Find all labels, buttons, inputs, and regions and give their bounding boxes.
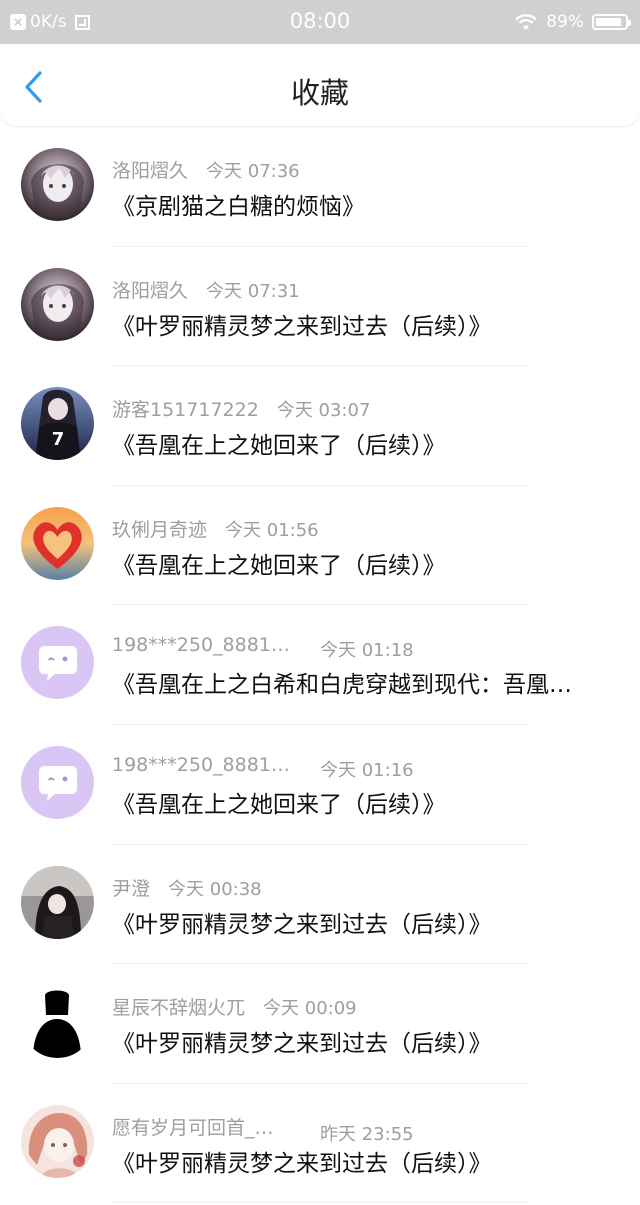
item-time: 今天 00:38	[168, 878, 262, 900]
item-title[interactable]: 《吾凰在上之她回来了（后续）》	[112, 426, 612, 460]
default-chat-avatar[interactable]	[21, 745, 94, 819]
item-title[interactable]: 《叶罗丽精灵梦之来到过去（后续）》	[112, 1024, 612, 1058]
item-title[interactable]: 《吾凰在上之她回来了（后续）》	[112, 546, 612, 580]
list-item[interactable]: 7 游客151717222 今天 03:07 《吾凰在上之她回来了（后续）》	[0, 366, 640, 486]
heart-avatar[interactable]	[21, 506, 94, 580]
svg-text:7: 7	[52, 429, 65, 450]
item-title[interactable]: 《吾凰在上之她回来了（后续）》	[112, 785, 612, 819]
item-author[interactable]: 愿有岁月可回首_…	[112, 1113, 302, 1140]
item-author[interactable]: 尹澄	[112, 874, 150, 901]
status-bar: × 0K/s 08:00 89%	[0, 0, 640, 44]
item-meta: 玖俐月奇迹 今天 01:56	[112, 515, 319, 542]
list-item[interactable]: 星辰不辞烟火兀 今天 00:09 《叶罗丽精灵梦之来到过去（后续）》	[0, 964, 640, 1084]
item-meta: 198***250_8881… 今天 01:18	[112, 634, 414, 661]
item-meta: 洛阳熠久 今天 07:31	[112, 276, 300, 303]
list-item[interactable]: 愿有岁月可回首_… 昨天 23:55 《叶罗丽精灵梦之来到过去（后续）》	[0, 1084, 640, 1204]
item-author[interactable]: 游客151717222	[112, 395, 259, 422]
item-title[interactable]: 《叶罗丽精灵梦之来到过去（后续）》	[112, 307, 612, 341]
list-item[interactable]: 玖俐月奇迹 今天 01:56 《吾凰在上之她回来了（后续）》	[0, 486, 640, 606]
default-chat-avatar[interactable]	[21, 626, 94, 700]
list-item[interactable]: 洛阳熠久 今天 07:36 《京剧猫之白糖的烦恼》	[0, 127, 640, 247]
item-time: 今天 07:31	[206, 280, 300, 302]
battery-percent: 89%	[546, 12, 584, 32]
list-item[interactable]: 198***250_8881… 今天 01:18 《吾凰在上之白希和白虎穿越到现代：…	[0, 605, 640, 725]
item-time: 昨天 23:55	[320, 1123, 414, 1145]
item-meta: 游客151717222 今天 03:07	[112, 395, 371, 422]
list-item[interactable]: 尹澄 今天 00:38 《叶罗丽精灵梦之来到过去（后续）》	[0, 845, 640, 965]
nav-bar: 收藏	[0, 44, 640, 127]
item-author[interactable]: 198***250_8881…	[112, 754, 302, 776]
item-title[interactable]: 《吾凰在上之白希和白虎穿越到现代：吾凰…	[112, 665, 612, 699]
list-item[interactable]: 洛阳熠久 今天 07:31 《叶罗丽精灵梦之来到过去（后续）》	[0, 247, 640, 367]
silhouette-avatar[interactable]	[21, 985, 94, 1059]
item-title[interactable]: 《叶罗丽精灵梦之来到过去（后续）》	[112, 1144, 612, 1178]
item-time: 今天 00:09	[263, 998, 357, 1020]
number-seven-avatar[interactable]: 7	[21, 387, 94, 461]
dark-anime-avatar[interactable]	[21, 267, 94, 341]
page-title: 收藏	[290, 76, 349, 110]
dark-figure-avatar[interactable]	[21, 865, 94, 939]
item-author[interactable]: 洛阳熠久	[112, 276, 188, 303]
item-time: 今天 03:07	[276, 400, 371, 422]
divider	[112, 1202, 528, 1204]
item-meta: 洛阳熠久 今天 07:36	[112, 156, 300, 183]
item-meta: 198***250_8881… 今天 01:16	[112, 754, 414, 781]
item-title[interactable]: 《叶罗丽精灵梦之来到过去（后续）》	[112, 905, 612, 939]
item-author[interactable]: 星辰不辞烟火兀	[112, 993, 245, 1020]
item-author[interactable]: 洛阳熠久	[112, 156, 188, 183]
item-author[interactable]: 玖俐月奇迹	[112, 515, 207, 542]
dark-anime-avatar[interactable]	[21, 148, 94, 221]
item-author[interactable]: 198***250_8881…	[112, 634, 302, 656]
item-meta: 尹澄 今天 00:38	[112, 874, 262, 901]
wifi-icon	[515, 14, 538, 30]
item-time: 今天 01:16	[320, 759, 414, 781]
item-time: 今天 07:36	[206, 161, 300, 182]
battery-icon	[592, 14, 631, 30]
battery-level	[596, 18, 621, 26]
item-meta: 星辰不辞烟火兀 今天 00:09	[112, 993, 357, 1020]
favorites-list: 洛阳熠久 今天 07:36 《京剧猫之白糖的烦恼》 洛阳熠久 今天 07:31 《叶罗丽…	[0, 127, 640, 1204]
pink-anime-avatar[interactable]	[21, 1104, 94, 1178]
item-meta: 愿有岁月可回首_… 昨天 23:55	[112, 1113, 414, 1145]
item-title[interactable]: 《京剧猫之白糖的烦恼》	[112, 187, 612, 221]
item-time: 今天 01:56	[225, 519, 319, 541]
item-time: 今天 01:18	[320, 640, 414, 662]
list-item[interactable]: 198***250_8881… 今天 01:16 《吾凰在上之她回来了（后续）》	[0, 725, 640, 845]
